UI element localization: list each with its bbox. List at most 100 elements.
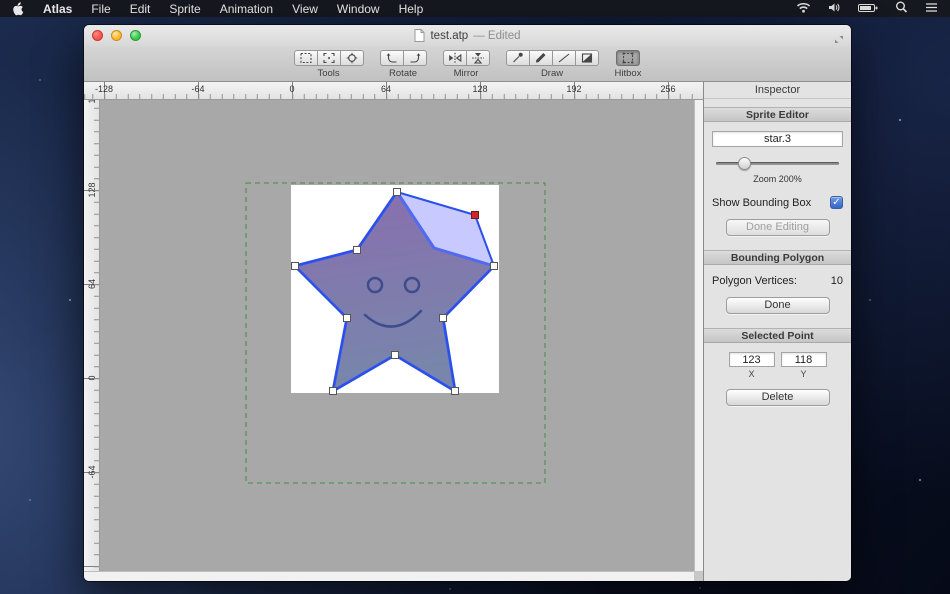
vertical-ruler: 192 128 64 0 -64 xyxy=(84,100,100,581)
fill-icon xyxy=(581,53,592,63)
point-x-field[interactable]: 123 xyxy=(728,352,775,367)
minimize-button[interactable] xyxy=(111,30,122,41)
eyedropper-icon xyxy=(512,52,523,63)
hruler-label: 128 xyxy=(472,84,488,94)
done-button[interactable]: Done xyxy=(725,297,830,314)
polygon-handle[interactable] xyxy=(353,246,361,254)
polygon-handle[interactable] xyxy=(329,387,337,395)
anchor-button[interactable] xyxy=(339,50,364,66)
crop-button[interactable] xyxy=(316,50,341,66)
line-icon xyxy=(558,53,569,63)
crop-icon xyxy=(322,52,335,64)
polygon-vertices-count: 10 xyxy=(830,275,843,287)
point-y-field[interactable]: 118 xyxy=(780,352,827,367)
menu-item-help[interactable]: Help xyxy=(399,2,424,16)
zoom-slider[interactable] xyxy=(716,157,839,170)
apple-icon xyxy=(13,1,24,15)
toolbar-group-label-tools: Tools xyxy=(317,68,340,79)
canvas-svg[interactable] xyxy=(100,100,694,581)
mirror-vertical-button[interactable] xyxy=(465,50,490,66)
toolbar-group-mirror: Mirror xyxy=(442,50,490,79)
close-button[interactable] xyxy=(92,30,103,41)
toolbar-group-rotate: Rotate xyxy=(379,50,427,79)
hruler-label: -64 xyxy=(191,84,205,94)
notification-center-menu-item[interactable] xyxy=(925,2,938,16)
fill-button[interactable] xyxy=(574,50,599,66)
notification-center-icon xyxy=(926,2,937,12)
line-button[interactable] xyxy=(551,50,576,66)
battery-icon xyxy=(858,3,878,12)
menu-item-sprite[interactable]: Sprite xyxy=(169,2,200,16)
hitbox-icon xyxy=(622,52,634,64)
mirror-horizontal-button[interactable] xyxy=(442,50,467,66)
canvas[interactable] xyxy=(100,100,694,581)
polygon-handle[interactable] xyxy=(393,188,401,196)
toolbar-group-label-rotate: Rotate xyxy=(389,68,418,79)
hitbox-button[interactable] xyxy=(616,50,640,66)
document-icon xyxy=(414,29,425,42)
delete-button[interactable]: Delete xyxy=(725,389,830,406)
show-bounding-box-checkbox[interactable]: ✓ xyxy=(830,196,843,209)
vruler-label: 192 xyxy=(87,100,97,104)
polygon-handle[interactable] xyxy=(391,351,399,359)
rotate-right-icon xyxy=(410,53,420,63)
polygon-handle[interactable] xyxy=(291,262,299,270)
menu-item-window[interactable]: Window xyxy=(337,2,380,16)
toolbar-group-label-mirror: Mirror xyxy=(453,68,479,79)
toolbar-group-hitbox: Hitbox xyxy=(614,50,642,79)
spotlight-icon xyxy=(896,1,908,13)
polygon-handle[interactable] xyxy=(490,262,498,270)
toolbar-group-tools: Tools xyxy=(293,50,364,79)
mirror-horizontal-icon xyxy=(448,52,461,64)
wifi-icon xyxy=(796,2,811,13)
pencil-icon xyxy=(535,53,546,63)
polygon-handle-selected[interactable] xyxy=(471,211,479,219)
vertical-scrollbar[interactable] xyxy=(694,100,703,571)
point-x-label: X xyxy=(748,369,755,379)
spotlight-menu-item[interactable] xyxy=(895,1,908,16)
show-bounding-box-label: Show Bounding Box xyxy=(712,196,812,209)
pencil-button[interactable] xyxy=(528,50,553,66)
vruler-label: 64 xyxy=(86,278,97,290)
zoom-button[interactable] xyxy=(130,30,141,41)
volume-menu-item[interactable] xyxy=(828,2,841,16)
volume-icon xyxy=(829,3,840,11)
fullscreen-icon xyxy=(835,36,843,43)
polygon-handle[interactable] xyxy=(343,314,351,322)
menu-item-atlas[interactable]: Atlas xyxy=(43,2,72,16)
title-bar[interactable]: test.atp — Edited xyxy=(84,25,851,46)
edited-indicator: — Edited xyxy=(473,29,521,42)
rotate-left-button[interactable] xyxy=(379,50,404,66)
vruler-label: -64 xyxy=(86,465,97,479)
polygon-vertices-label: Polygon Vertices: xyxy=(712,275,797,287)
eyedropper-button[interactable] xyxy=(505,50,530,66)
rotate-right-button[interactable] xyxy=(402,50,427,66)
menu-item-file[interactable]: File xyxy=(91,2,110,16)
menu-item-edit[interactable]: Edit xyxy=(130,2,151,16)
horizontal-ruler: -128 -64 0 64 128 192 256 xyxy=(84,82,703,100)
zoom-label: Zoom 200% xyxy=(753,174,802,184)
zoom-slider-thumb[interactable] xyxy=(738,157,752,170)
wifi-menu-item[interactable] xyxy=(796,2,811,16)
done-editing-button[interactable]: Done Editing xyxy=(725,219,830,236)
polygon-handle[interactable] xyxy=(439,314,447,322)
menu-bar: Atlas File Edit Sprite Animation View Wi… xyxy=(0,0,950,17)
horizontal-scrollbar[interactable] xyxy=(84,571,694,581)
point-y-label: Y xyxy=(800,369,807,379)
battery-menu-item[interactable] xyxy=(858,2,878,16)
sprite-name-field[interactable]: star.3 xyxy=(712,131,843,147)
marquee-select-icon xyxy=(299,52,312,64)
menu-item-view[interactable]: View xyxy=(292,2,318,16)
menu-item-animation[interactable]: Animation xyxy=(220,2,273,16)
polygon-handle[interactable] xyxy=(451,387,459,395)
marquee-select-button[interactable] xyxy=(293,50,318,66)
fullscreen-button[interactable] xyxy=(834,31,844,49)
toolbar-group-label-hitbox: Hitbox xyxy=(614,68,642,79)
apple-menu[interactable] xyxy=(12,1,24,16)
zoom-slider-track[interactable] xyxy=(716,162,839,165)
toolbar: Tools Rotate Mirror Draw Hitbox xyxy=(84,46,851,82)
hruler-label: 256 xyxy=(660,84,676,94)
hruler-label: 0 xyxy=(289,84,295,94)
app-window: test.atp — Edited Tools Rotate Mirror Dr… xyxy=(84,25,851,581)
window-title: test.atp — Edited xyxy=(414,29,521,42)
